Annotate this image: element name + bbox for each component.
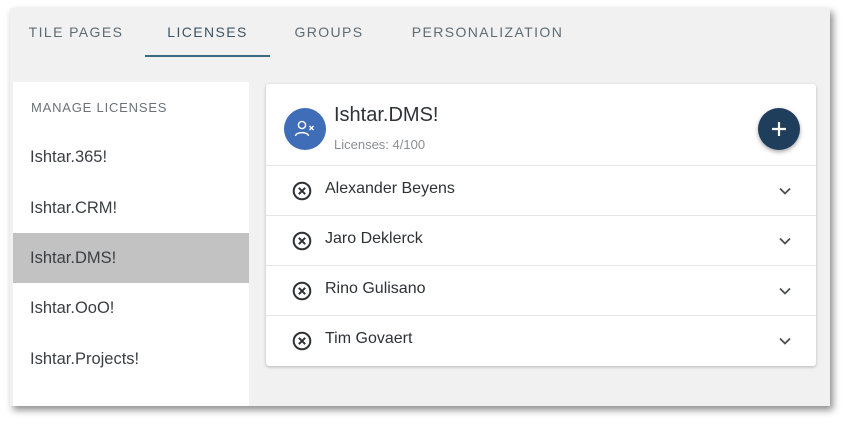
license-item-crm[interactable]: Ishtar.CRM! — [13, 183, 249, 233]
user-row[interactable]: Rino Gulisano — [266, 265, 816, 315]
remove-circle-icon[interactable] — [292, 181, 312, 201]
tab-groups[interactable]: GROUPS — [290, 8, 368, 58]
license-title: Ishtar.DMS! — [334, 104, 439, 126]
license-count: Licenses: 4/100 — [334, 137, 426, 152]
license-list: MANAGE LICENSES Ishtar.365! Ishtar.CRM! … — [13, 82, 249, 406]
chevron-down-icon[interactable] — [778, 236, 792, 246]
user-row[interactable]: Alexander Beyens — [266, 165, 816, 215]
remove-circle-icon[interactable] — [292, 231, 312, 251]
remove-user-icon — [284, 108, 326, 150]
user-name: Jaro Deklerck — [325, 230, 423, 247]
user-name: Rino Gulisano — [325, 280, 426, 297]
license-item-365[interactable]: Ishtar.365! — [13, 132, 249, 182]
licenses-panel: TILE PAGES LICENSES GROUPS PERSONALIZATI… — [10, 8, 830, 406]
tab-personalization[interactable]: PERSONALIZATION — [410, 8, 565, 58]
add-user-button[interactable] — [758, 108, 800, 150]
user-name: Tim Govaert — [325, 330, 413, 347]
chevron-down-icon[interactable] — [778, 186, 792, 196]
license-item-projects[interactable]: Ishtar.Projects! — [13, 334, 249, 384]
license-card: Ishtar.DMS! Licenses: 4/100 Alexander Be… — [266, 84, 816, 366]
tab-bar: TILE PAGES LICENSES GROUPS PERSONALIZATI… — [10, 8, 830, 58]
license-item-ooo[interactable]: Ishtar.OoO! — [13, 283, 249, 333]
license-item-dms[interactable]: Ishtar.DMS! — [13, 233, 249, 283]
tab-licenses[interactable]: LICENSES — [145, 8, 270, 58]
chevron-down-icon[interactable] — [778, 336, 792, 346]
license-card-header: Ishtar.DMS! Licenses: 4/100 — [266, 84, 816, 164]
remove-circle-icon[interactable] — [292, 331, 312, 351]
remove-circle-icon[interactable] — [292, 281, 312, 301]
license-list-heading: MANAGE LICENSES — [31, 100, 168, 115]
user-name: Alexander Beyens — [325, 180, 455, 197]
plus-icon — [772, 122, 786, 136]
user-row[interactable]: Jaro Deklerck — [266, 215, 816, 265]
tab-tile-pages[interactable]: TILE PAGES — [28, 8, 124, 58]
chevron-down-icon[interactable] — [778, 286, 792, 296]
user-row[interactable]: Tim Govaert — [266, 315, 816, 365]
